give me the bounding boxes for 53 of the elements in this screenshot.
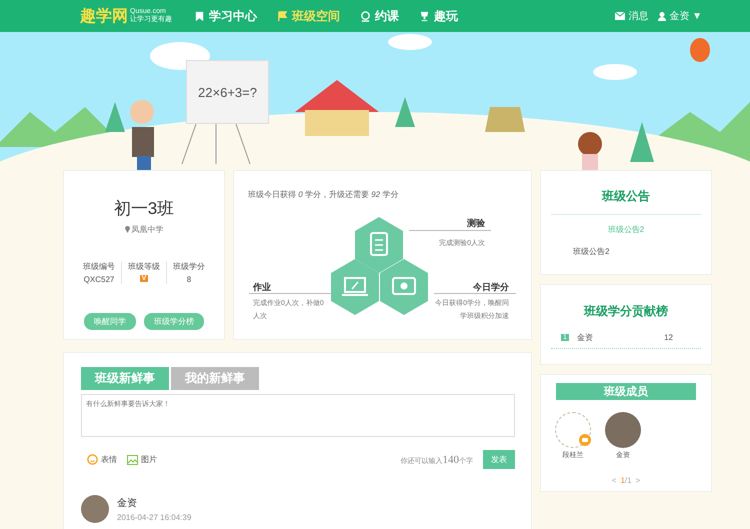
post-time: 2016-04-27 16:04:39	[117, 513, 192, 522]
avatar-photo-placeholder	[81, 495, 109, 523]
feed-tab[interactable]: 我的新鲜事	[171, 367, 259, 390]
avatar-photo-placeholder[interactable]	[605, 412, 641, 448]
page-total: /1	[624, 476, 632, 485]
school-name: 凤凰中学	[132, 224, 164, 235]
flag-icon	[277, 10, 288, 22]
stat-label: 班级等级	[128, 261, 160, 272]
image-icon	[127, 454, 138, 464]
location-pin-icon	[124, 226, 130, 233]
next-page-link[interactable]: >	[636, 476, 640, 485]
publish-button[interactable]: 发表	[483, 450, 515, 469]
panel-title: 班级成员	[556, 383, 696, 400]
stat-label: 班级编号	[83, 261, 115, 272]
notice-text: 班级公告2	[573, 246, 610, 257]
toolbar-link[interactable]: 图片	[127, 454, 157, 465]
action-button[interactable]: 班级学分榜	[144, 313, 204, 330]
notice-link[interactable]: 班级公告2	[608, 224, 644, 235]
user-menu[interactable]: 金资 ▼	[658, 9, 702, 23]
envelope-icon	[615, 12, 626, 20]
nav-link[interactable]: 趣玩	[419, 8, 458, 24]
teacher-badge-icon	[579, 434, 591, 446]
clipboard-hexagon-icon	[355, 217, 403, 273]
nav-link[interactable]: 学习中心	[194, 8, 257, 24]
toolbar-link[interactable]: 表情	[87, 454, 117, 465]
previous-page-link[interactable]: <	[612, 476, 616, 485]
current-page: 1	[620, 476, 625, 485]
stat-title: 今日学分	[473, 281, 509, 294]
feed-tab[interactable]: 班级新鲜事	[81, 367, 169, 390]
stat-value: QXC527	[84, 275, 114, 284]
panel-title: 班级公告	[602, 188, 650, 205]
smiley-icon	[87, 454, 98, 465]
certificate-hexagon-icon	[380, 259, 428, 315]
action-button[interactable]: 唤醒同学	[84, 313, 136, 330]
laptop-hexagon-icon	[331, 259, 379, 315]
user-icon	[658, 12, 666, 20]
class-name: 初一3班	[114, 198, 174, 220]
student-name: 金资	[576, 332, 593, 343]
stat-title: 测验	[467, 217, 485, 230]
stat-title: 作业	[253, 281, 271, 294]
summary-text: 班级今日获得 0 学分，升级还需要 92 学分	[248, 189, 398, 200]
nav-link[interactable]: 班级空间	[277, 8, 340, 24]
whiteboard-equation: 22×6+3=?	[186, 60, 269, 124]
nav-link[interactable]: 约课	[360, 8, 399, 24]
messages-link[interactable]: 消息	[615, 9, 648, 23]
stat-value: 8	[186, 275, 192, 284]
site-logo[interactable]: 趣学网	[80, 6, 128, 26]
panel-title: 班级学分贡献榜	[584, 303, 668, 320]
stat-label: 班级学分	[173, 261, 205, 272]
bookmark-icon	[194, 10, 205, 22]
trophy-icon	[419, 10, 430, 22]
post-author: 金资	[117, 497, 138, 510]
score-value: 12	[664, 333, 673, 342]
